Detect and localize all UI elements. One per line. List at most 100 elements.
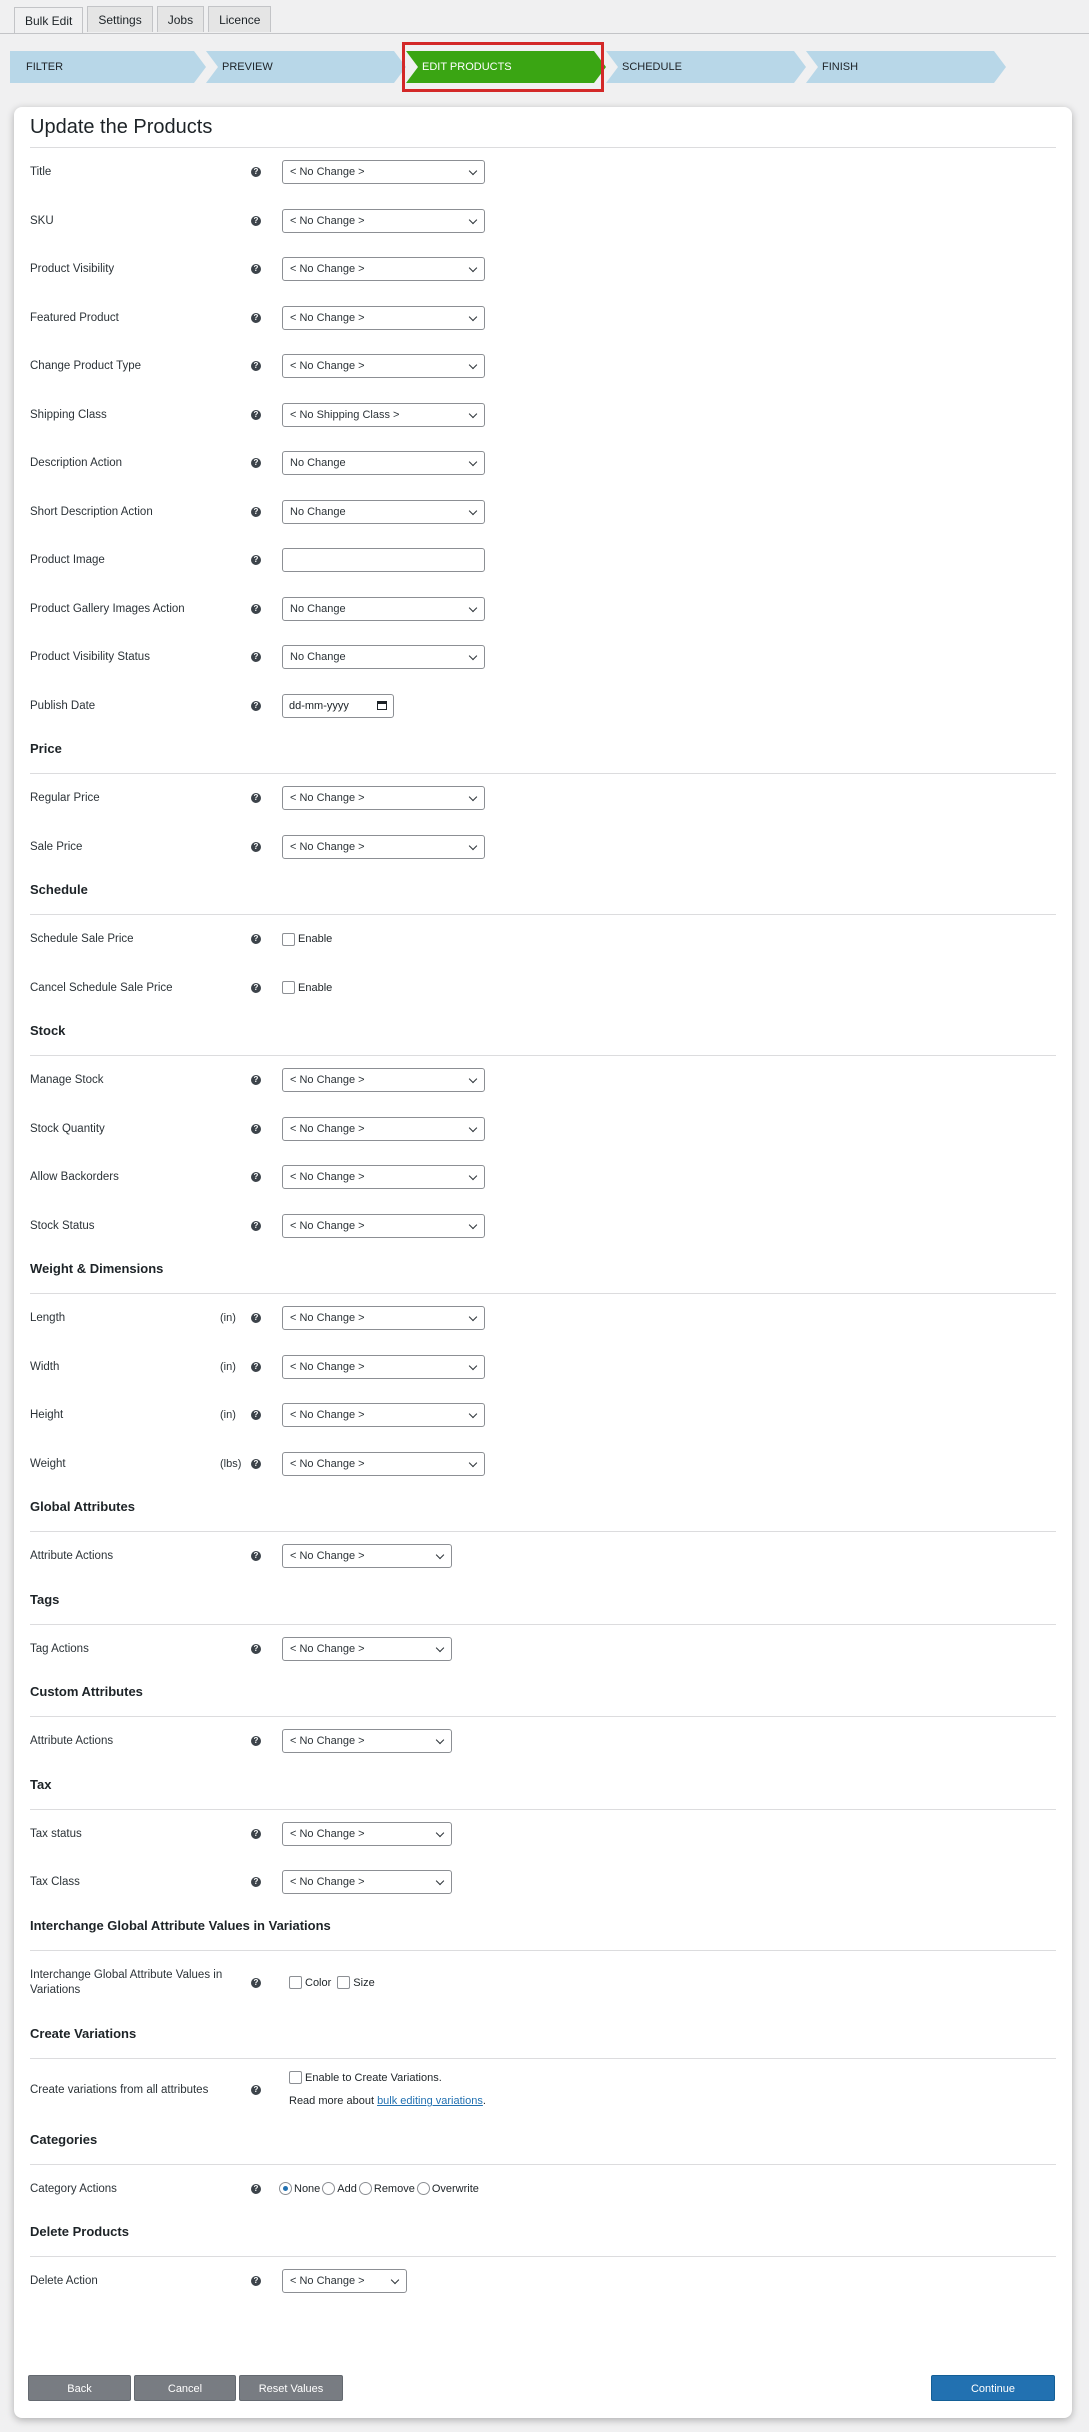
delete-action-select[interactable]: < No Change > [282, 2269, 407, 2294]
continue-button[interactable]: Continue [931, 2375, 1055, 2401]
help-icon[interactable]: ? [251, 361, 261, 372]
tab-bulk-edit[interactable]: Bulk Edit [14, 7, 84, 33]
help-icon[interactable]: ? [251, 652, 261, 663]
height-select[interactable]: < No Change > [282, 1403, 485, 1428]
help-icon[interactable]: ? [251, 312, 261, 323]
tax-class-select[interactable]: < No Change > [282, 1870, 452, 1895]
step-preview[interactable]: PREVIEW [206, 51, 406, 83]
checkbox[interactable] [282, 932, 295, 946]
field-description-action: Description Action ? No Change [30, 439, 1056, 488]
radio-button[interactable] [358, 2182, 372, 2196]
short-description-action-select[interactable]: No Change [282, 499, 485, 524]
stock-quantity-select[interactable]: < No Change > [282, 1116, 485, 1141]
regular-price-select[interactable]: < No Change > [282, 786, 485, 811]
product-type-select[interactable]: < No Change > [282, 354, 485, 379]
field-custom-attribute-actions: Attribute Actions ? < No Change > [30, 1717, 1056, 1766]
checkbox[interactable] [289, 1976, 302, 1989]
step-filter[interactable]: FILTER [10, 51, 206, 83]
checkbox[interactable] [337, 1976, 351, 1989]
help-icon[interactable]: ? [251, 603, 261, 614]
field-height: Height (in) ? < No Change > [30, 1391, 1056, 1440]
publish-date-input[interactable]: dd-mm-yyyy [282, 693, 394, 718]
help-icon[interactable]: ? [251, 2183, 261, 2194]
shipping-class-select[interactable]: < No Shipping Class > [282, 402, 485, 427]
help-icon[interactable]: ? [251, 1977, 261, 1988]
gallery-images-action-select[interactable]: No Change [282, 596, 485, 621]
help-icon[interactable]: ? [251, 1877, 261, 1888]
category-remove-option[interactable]: Remove [358, 2182, 415, 2196]
help-icon[interactable]: ? [251, 1551, 261, 1562]
help-icon[interactable]: ? [251, 506, 261, 517]
category-add-option[interactable]: Add [322, 2182, 357, 2196]
tab-jobs[interactable]: Jobs [156, 6, 205, 32]
length-select[interactable]: < No Change > [282, 1306, 485, 1331]
help-icon[interactable]: ? [251, 700, 261, 711]
help-icon[interactable]: ? [251, 1313, 261, 1324]
checkbox[interactable] [282, 981, 295, 995]
bulk-editing-variations-link[interactable]: bulk editing variations [377, 2095, 483, 2107]
help-icon[interactable]: ? [251, 215, 261, 226]
sku-select[interactable]: < No Change > [282, 208, 485, 233]
radio-button[interactable] [322, 2182, 336, 2196]
step-schedule[interactable]: SCHEDULE [606, 51, 806, 83]
weight-select[interactable]: < No Change > [282, 1451, 485, 1476]
description-action-select[interactable]: No Change [282, 451, 485, 476]
help-icon[interactable]: ? [251, 793, 261, 804]
help-icon[interactable]: ? [251, 1123, 261, 1134]
interchange-size[interactable]: Size [337, 1976, 375, 1989]
cancel-button[interactable]: Cancel [134, 2375, 236, 2401]
radio-button[interactable] [416, 2182, 430, 2196]
stock-status-select[interactable]: < No Change > [282, 1213, 485, 1238]
allow-backorders-select[interactable]: < No Change > [282, 1165, 485, 1190]
product-image-input[interactable] [282, 548, 485, 573]
cancel-schedule-enable[interactable]: Enable [282, 981, 332, 995]
help-icon[interactable]: ? [251, 264, 261, 275]
product-visibility-select[interactable]: < No Change > [282, 257, 485, 282]
interchange-color[interactable]: Color [289, 1976, 331, 1989]
help-icon[interactable]: ? [251, 1458, 261, 1469]
help-icon[interactable]: ? [251, 1736, 261, 1747]
help-icon[interactable]: ? [251, 1410, 261, 1421]
featured-product-select[interactable]: < No Change > [282, 305, 485, 330]
enable-variations[interactable]: Enable to Create Variations. [289, 2068, 442, 2088]
field-delete-action: Delete Action ? < No Change > [30, 2257, 1056, 2306]
help-icon[interactable]: ? [251, 458, 261, 469]
current-step-highlight [402, 42, 604, 92]
width-select[interactable]: < No Change > [282, 1354, 485, 1379]
help-icon[interactable]: ? [251, 1643, 261, 1654]
help-icon[interactable]: ? [251, 982, 261, 993]
help-icon[interactable]: ? [251, 2276, 261, 2287]
step-finish[interactable]: FINISH [806, 51, 1006, 83]
help-icon[interactable]: ? [251, 167, 261, 178]
calendar-icon[interactable] [377, 700, 387, 710]
help-icon[interactable]: ? [251, 409, 261, 420]
custom-attribute-actions-select[interactable]: < No Change > [282, 1729, 452, 1754]
help-icon[interactable]: ? [251, 1220, 261, 1231]
tax-status-select[interactable]: < No Change > [282, 1821, 452, 1846]
help-icon[interactable]: ? [251, 1172, 261, 1183]
checkbox[interactable] [289, 2071, 302, 2085]
category-none-option[interactable]: None [279, 2182, 320, 2196]
radio-button[interactable] [279, 2182, 292, 2196]
manage-stock-select[interactable]: < No Change > [282, 1068, 485, 1093]
tab-licence[interactable]: Licence [208, 6, 272, 32]
category-overwrite-option[interactable]: Overwrite [416, 2182, 479, 2196]
field-label: Tag Actions [30, 1642, 89, 1655]
tag-actions-select[interactable]: < No Change > [282, 1636, 452, 1661]
help-icon[interactable]: ? [251, 841, 261, 852]
option-label: Add [337, 2182, 357, 2195]
schedule-sale-enable[interactable]: Enable [282, 932, 332, 946]
help-icon[interactable]: ? [251, 1828, 261, 1839]
help-icon[interactable]: ? [251, 555, 261, 566]
back-button[interactable]: Back [28, 2375, 131, 2401]
tab-settings[interactable]: Settings [87, 6, 153, 32]
help-icon[interactable]: ? [251, 934, 261, 945]
help-icon[interactable]: ? [251, 1075, 261, 1086]
global-attribute-actions-select[interactable]: < No Change > [282, 1544, 452, 1569]
title-select[interactable]: < No Change > [282, 160, 485, 185]
help-icon[interactable]: ? [251, 2084, 261, 2095]
visibility-status-select[interactable]: No Change [282, 645, 485, 670]
help-icon[interactable]: ? [251, 1361, 261, 1372]
sale-price-select[interactable]: < No Change > [282, 834, 485, 859]
reset-values-button[interactable]: Reset Values [239, 2375, 343, 2401]
